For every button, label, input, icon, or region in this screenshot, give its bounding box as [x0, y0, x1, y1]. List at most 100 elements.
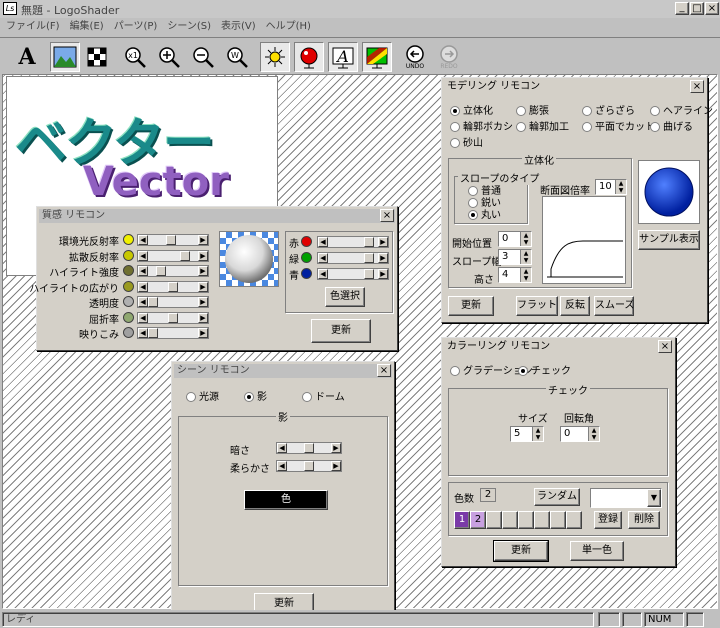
undo-button[interactable]: UNDO	[400, 42, 430, 72]
slider-right-arrow[interactable]: ▶	[198, 297, 208, 307]
slider-right-arrow[interactable]: ▶	[198, 328, 208, 338]
scene-mode-radio[interactable]: 光源	[186, 388, 219, 403]
palette-swatch[interactable]: 1	[454, 511, 470, 529]
slider-right-arrow[interactable]: ▶	[198, 250, 208, 261]
minimize-button[interactable]: _	[675, 2, 689, 15]
light-tool-button[interactable]	[260, 42, 290, 72]
slider-thumb[interactable]	[364, 253, 374, 263]
modeling-mode-radio[interactable]: 輪郭ボカシ	[450, 118, 513, 133]
material-slider[interactable]: ◀ ▶	[137, 265, 209, 277]
modeling-mode-radio[interactable]: ざらざら	[582, 102, 635, 117]
text-tool-button[interactable]: A	[12, 42, 42, 72]
material-close-button[interactable]: ×	[380, 209, 394, 222]
slider-left-arrow[interactable]: ◀	[138, 312, 148, 323]
slope-type-radio[interactable]: 丸い	[468, 206, 501, 221]
slider-right-arrow[interactable]: ▶	[378, 237, 388, 247]
slider-left-arrow[interactable]: ◀	[138, 266, 148, 276]
rgb-slider[interactable]: ◀ ▶	[317, 252, 389, 264]
slider-right-arrow[interactable]: ▶	[378, 253, 388, 263]
modeling-update-button[interactable]: 更新	[448, 296, 494, 316]
menu-scene[interactable]: シーン(S)	[167, 21, 211, 32]
flat-button[interactable]: フラット	[516, 296, 558, 316]
slider-left-arrow[interactable]: ◀	[138, 328, 148, 338]
modeling-mode-radio[interactable]: 膨張	[516, 102, 549, 117]
material-slider[interactable]: ◀ ▶	[137, 311, 209, 324]
slider-right-arrow[interactable]: ▶	[198, 235, 208, 245]
slider-left-arrow[interactable]: ◀	[138, 281, 148, 292]
color-dropdown[interactable]: ▼	[590, 488, 662, 508]
material-slider[interactable]: ◀ ▶	[137, 249, 209, 262]
maximize-button[interactable]: □	[690, 2, 704, 15]
effect-tool-button[interactable]	[82, 42, 112, 72]
zoom-fit-button[interactable]: W	[222, 42, 252, 72]
dark-slider[interactable]: ◀ ▶	[276, 442, 342, 454]
material-update-button[interactable]: 更新	[311, 319, 371, 343]
slider-thumb[interactable]	[168, 312, 178, 323]
menu-file[interactable]: ファイル(F)	[6, 21, 60, 32]
ratio-spinner[interactable]: 10 ▲ ▼	[595, 179, 627, 195]
size-spinner[interactable]: 5 ▲ ▼	[510, 426, 544, 442]
ratio-updown-icon[interactable]: ▲ ▼	[615, 180, 626, 194]
sample-button[interactable]: サンプル表示	[638, 230, 700, 250]
dark-right-arrow[interactable]: ▶	[331, 443, 341, 453]
palette-swatch[interactable]	[502, 511, 518, 529]
modeling-mode-radio[interactable]: 平面でカット	[582, 118, 655, 133]
slider-thumb[interactable]	[364, 269, 374, 279]
material-slider[interactable]: ◀ ▶	[137, 327, 209, 339]
single-color-button[interactable]: 単一色	[570, 541, 624, 561]
angle-spinner[interactable]: 0 ▲ ▼	[560, 426, 600, 442]
slider-thumb[interactable]	[180, 250, 190, 261]
slider-left-arrow[interactable]: ◀	[318, 269, 328, 279]
soft-left-arrow[interactable]: ◀	[277, 461, 287, 471]
modeling-mode-radio[interactable]: ヘアライン	[650, 102, 713, 117]
coloring-tool-button[interactable]	[362, 42, 392, 72]
modeling-mode-radio[interactable]: 曲げる	[650, 118, 693, 133]
slider-thumb[interactable]	[364, 237, 374, 247]
size-updown-icon[interactable]: ▲ ▼	[532, 427, 543, 441]
dark-left-arrow[interactable]: ◀	[277, 443, 287, 453]
zoom-actual-button[interactable]: x1	[120, 42, 150, 72]
rgb-slider[interactable]: ◀ ▶	[317, 268, 389, 280]
smooth-button[interactable]: スムーズ	[594, 296, 634, 316]
material-slider[interactable]: ◀ ▶	[137, 234, 209, 246]
slider-thumb[interactable]	[148, 328, 158, 338]
scene-close-button[interactable]: ×	[377, 364, 391, 377]
palette-swatch[interactable]: 2	[470, 511, 486, 529]
palette-swatch[interactable]	[518, 511, 534, 529]
width-updown-icon[interactable]: ▲ ▼	[520, 250, 531, 264]
menu-view[interactable]: 表示(V)	[221, 21, 256, 32]
palette-swatch[interactable]	[486, 511, 502, 529]
slider-right-arrow[interactable]: ▶	[198, 312, 208, 323]
zoom-in-button[interactable]	[154, 42, 184, 72]
color-select-button[interactable]: 色選択	[325, 287, 365, 307]
slider-left-arrow[interactable]: ◀	[318, 237, 328, 247]
palette-swatch[interactable]	[534, 511, 550, 529]
dark-thumb[interactable]	[304, 443, 314, 453]
modeling-mode-radio[interactable]: 砂山	[450, 134, 483, 149]
slider-left-arrow[interactable]: ◀	[318, 253, 328, 263]
soft-right-arrow[interactable]: ▶	[331, 461, 341, 471]
close-button[interactable]: ×	[705, 2, 719, 15]
delete-button[interactable]: 削除	[628, 511, 660, 529]
palette-swatch[interactable]	[550, 511, 566, 529]
redo-button[interactable]: REDO	[434, 42, 464, 72]
scene-mode-radio[interactable]: 影	[244, 388, 267, 403]
soft-thumb[interactable]	[304, 461, 314, 471]
slider-left-arrow[interactable]: ◀	[138, 297, 148, 307]
slider-left-arrow[interactable]: ◀	[138, 250, 148, 261]
slider-thumb[interactable]	[148, 297, 158, 307]
palette-swatch[interactable]	[566, 511, 582, 529]
menu-edit[interactable]: 編集(E)	[70, 21, 104, 32]
slider-thumb[interactable]	[168, 281, 178, 292]
image-tool-button[interactable]	[50, 42, 80, 72]
slider-left-arrow[interactable]: ◀	[138, 235, 148, 245]
scene-mode-radio[interactable]: ドーム	[302, 388, 345, 403]
random-button[interactable]: ランダム	[534, 488, 580, 506]
start-spinner[interactable]: 0 ▲ ▼	[498, 231, 532, 247]
height-spinner[interactable]: 4 ▲ ▼	[498, 267, 532, 283]
zoom-out-button[interactable]	[188, 42, 218, 72]
chevron-down-icon[interactable]: ▼	[647, 489, 661, 507]
slider-right-arrow[interactable]: ▶	[198, 281, 208, 292]
slider-thumb[interactable]	[166, 235, 176, 245]
height-updown-icon[interactable]: ▲ ▼	[520, 268, 531, 282]
